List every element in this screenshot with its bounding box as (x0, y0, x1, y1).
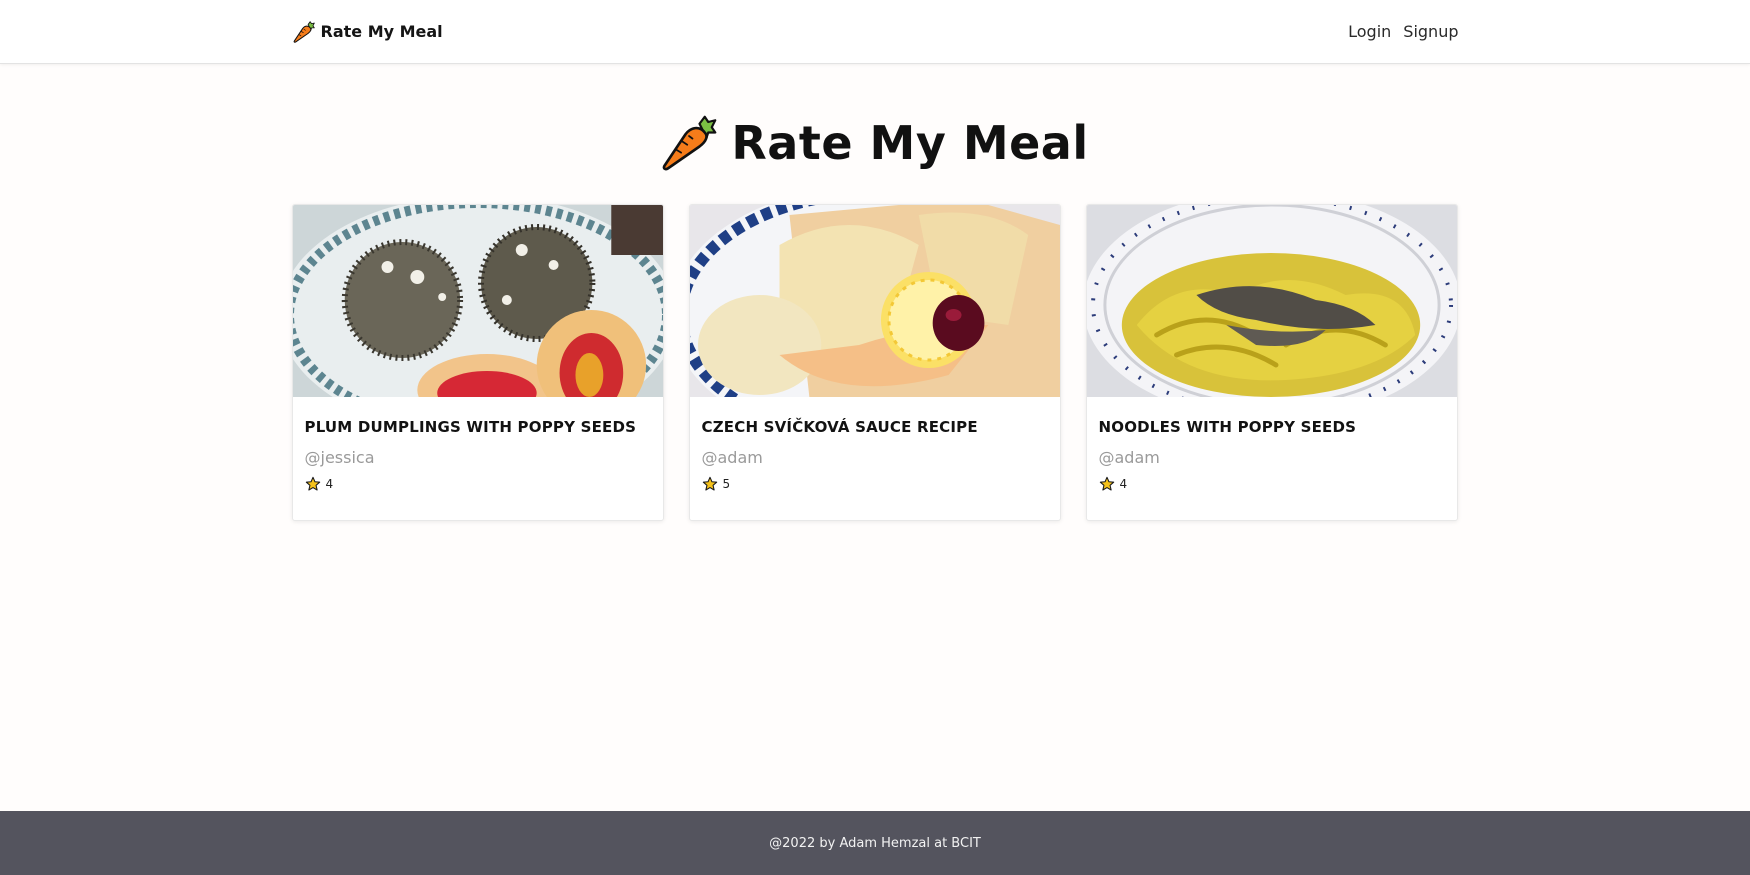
top-navbar: Rate My Meal Login Signup (0, 0, 1750, 64)
meal-photo (1086, 205, 1457, 397)
meal-photo (689, 205, 1060, 397)
brand-link[interactable]: Rate My Meal (292, 21, 443, 43)
meal-card[interactable]: CZECH SVÍČKOVÁ SAUCE RECIPE @adam 5 (688, 204, 1061, 521)
brand-label: Rate My Meal (320, 22, 443, 41)
meal-card[interactable]: NOODLES WITH POPPY SEEDS @adam 4 (1085, 204, 1458, 521)
card-author: @adam (1098, 448, 1160, 467)
footer-credit: @2022 by Adam Hemzal at BCIT (769, 835, 981, 851)
card-body: CZECH SVÍČKOVÁ SAUCE RECIPE @adam 5 (690, 397, 1060, 492)
card-author: @jessica (304, 448, 375, 467)
meal-photo (292, 205, 663, 397)
card-title: CZECH SVÍČKOVÁ SAUCE RECIPE (701, 418, 978, 436)
card-rating: 4 (1099, 476, 1445, 492)
carrot-icon (293, 21, 315, 43)
card-rating: 5 (702, 476, 1048, 492)
card-author: @adam (701, 448, 763, 467)
navbar-container: Rate My Meal Login Signup (292, 0, 1459, 63)
meal-card[interactable]: PLUM DUMPLINGS WITH POPPY SEEDS @jessica… (291, 204, 664, 521)
page-title: Rate My Meal (731, 116, 1089, 170)
card-body: PLUM DUMPLINGS WITH POPPY SEEDS @jessica… (293, 397, 663, 492)
carrot-icon (661, 114, 717, 172)
card-title: PLUM DUMPLINGS WITH POPPY SEEDS (304, 418, 637, 436)
hero-header: Rate My Meal (0, 112, 1750, 174)
rating-value: 4 (1119, 477, 1128, 491)
page-footer: @2022 by Adam Hemzal at BCIT (0, 811, 1750, 875)
card-rating: 4 (305, 476, 651, 492)
card-title: NOODLES WITH POPPY SEEDS (1098, 418, 1357, 436)
star-icon (305, 476, 321, 492)
meal-card-grid: PLUM DUMPLINGS WITH POPPY SEEDS @jessica… (291, 204, 1459, 521)
nav-links: Login Signup (1348, 22, 1458, 41)
signup-link[interactable]: Signup (1403, 22, 1458, 41)
rating-value: 5 (722, 477, 731, 491)
card-body: NOODLES WITH POPPY SEEDS @adam 4 (1087, 397, 1457, 492)
login-link[interactable]: Login (1348, 22, 1391, 41)
star-icon (702, 476, 718, 492)
rating-value: 4 (325, 477, 334, 491)
star-icon (1099, 476, 1115, 492)
